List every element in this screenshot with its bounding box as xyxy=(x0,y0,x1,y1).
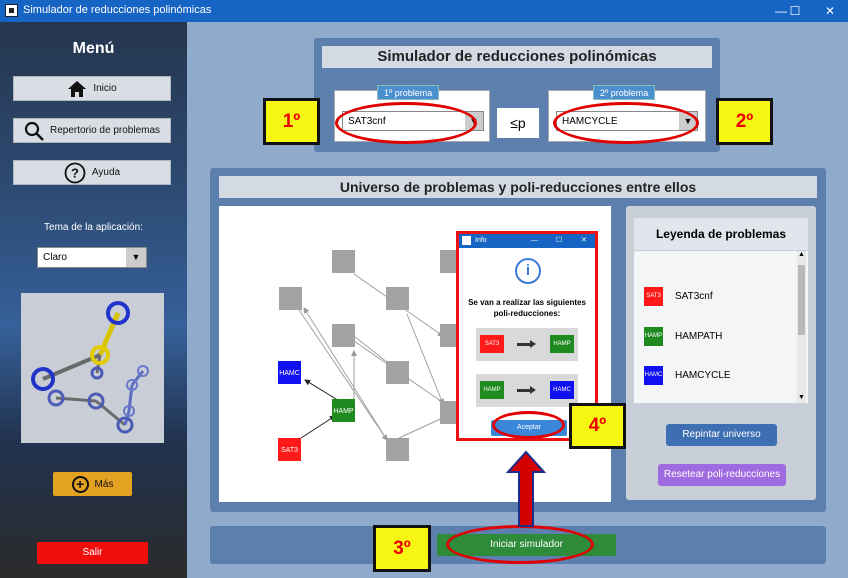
legend-item: HAMC HAMCYCLE xyxy=(644,366,731,385)
repaint-universe-button[interactable]: Repintar universo xyxy=(666,424,777,446)
legend-list[interactable]: SAT3 SAT3cnf HAMP HAMPATH HAMC HAMCYCLE … xyxy=(634,251,808,403)
maximize-button[interactable]: ☐ xyxy=(780,2,810,20)
home-icon xyxy=(68,80,87,97)
dialog-maximize-button[interactable]: ☐ xyxy=(556,234,562,248)
problems-repertoire-label: Repertorio de problemas xyxy=(49,125,161,136)
dialog-title: Info xyxy=(475,237,487,244)
annotation-ring-problem2 xyxy=(553,102,699,144)
more-button-label: Más xyxy=(94,478,114,490)
universe-title: Universo de problemas y poli-reducciones… xyxy=(219,176,817,198)
app-logo xyxy=(21,293,164,443)
legend-swatch: SAT3 xyxy=(644,287,663,306)
problems-repertoire-button[interactable]: Repertorio de problemas xyxy=(13,118,171,143)
dialog-minimize-button[interactable]: — xyxy=(531,234,538,248)
theme-select-value: Claro xyxy=(43,252,67,263)
info-icon: i xyxy=(515,258,541,284)
help-button-label: Ayuda xyxy=(91,167,121,178)
graph-node-hamc-label: HAMC xyxy=(279,370,300,377)
problems-legend: Leyenda de problemas SAT3 SAT3cnf HAMP H… xyxy=(626,206,816,500)
annotation-ring-start xyxy=(446,525,594,564)
help-icon: ? xyxy=(64,162,86,183)
graph-node[interactable] xyxy=(332,324,355,347)
annotation-ring-problem1 xyxy=(335,102,477,144)
reduction-from-box: SAT3 xyxy=(480,335,504,353)
search-icon xyxy=(24,121,44,141)
step-badge-4: 4º xyxy=(569,403,626,449)
theme-label: Tema de la aplicación: xyxy=(44,222,143,233)
dialog-titlebar: Info — ☐ ✕ xyxy=(459,234,595,248)
theme-select[interactable]: Claro ▼ xyxy=(37,247,147,268)
reduction-symbol: ≤p xyxy=(497,108,539,138)
home-button[interactable]: Inicio xyxy=(13,76,171,101)
legend-swatch: HAMC xyxy=(644,366,663,385)
step-badge-2: 2º xyxy=(716,98,773,145)
plus-icon: + xyxy=(71,475,89,493)
reduction-to-box: HAMP xyxy=(550,335,574,353)
home-button-label: Inicio xyxy=(93,83,117,94)
simulator-title: Simulador de reducciones polinómicas xyxy=(322,46,712,68)
reset-reductions-button[interactable]: Resetear poli-reducciones xyxy=(658,464,786,486)
problem1-tag: 1º problema xyxy=(377,85,440,100)
sidebar: Menú Inicio Repertorio de problemas ? Ay… xyxy=(0,22,187,578)
help-button[interactable]: ? Ayuda xyxy=(13,160,171,185)
legend-scrollbar[interactable]: ▲ ▼ xyxy=(797,251,806,403)
close-button[interactable]: ✕ xyxy=(815,2,845,20)
graph-node-hamp-label: HAMP xyxy=(333,408,354,415)
reduction-row: HAMP HAMC xyxy=(476,374,578,407)
graph-node[interactable] xyxy=(386,361,409,384)
menu-title: Menú xyxy=(72,40,115,57)
scroll-up-icon[interactable]: ▲ xyxy=(798,251,805,258)
scrollbar-thumb[interactable] xyxy=(798,265,805,335)
more-button[interactable]: + Más xyxy=(53,472,132,496)
reduction-from-box: HAMP xyxy=(480,381,504,399)
reduction-row: SAT3 HAMP xyxy=(476,328,578,361)
step-badge-3: 3º xyxy=(373,525,431,572)
legend-item-label: SAT3cnf xyxy=(675,291,713,302)
legend-item-label: HAMCYCLE xyxy=(675,370,731,381)
step-badge-1: 1º xyxy=(263,98,320,145)
dialog-close-button[interactable]: ✕ xyxy=(581,234,587,248)
legend-swatch: HAMP xyxy=(644,327,663,346)
scroll-down-icon[interactable]: ▼ xyxy=(797,394,806,401)
chevron-down-icon[interactable]: ▼ xyxy=(126,248,146,267)
app-icon xyxy=(5,4,18,17)
dialog-message: Se van a realizar las siguientes poli-re… xyxy=(468,298,586,318)
exit-button[interactable]: Salir xyxy=(37,542,148,564)
window-title: Simulador de reducciones polinómicas xyxy=(23,4,212,16)
arrow-right-icon xyxy=(517,386,536,394)
graph-node[interactable] xyxy=(332,250,355,273)
graph-node-sat3-label: SAT3 xyxy=(281,447,298,454)
annotation-ring-accept xyxy=(492,411,565,439)
window-titlebar: Simulador de reducciones polinómicas — ☐… xyxy=(0,0,848,22)
problem2-tag: 2º problema xyxy=(593,85,656,100)
graph-node[interactable] xyxy=(386,287,409,310)
legend-item: SAT3 SAT3cnf xyxy=(644,287,713,306)
reduction-to-box: HAMC xyxy=(550,381,574,399)
legend-item-label: HAMPATH xyxy=(675,331,723,342)
arrow-right-icon xyxy=(517,340,536,348)
dialog-app-icon xyxy=(462,236,471,245)
svg-text:?: ? xyxy=(71,165,79,180)
legend-item: HAMP HAMPATH xyxy=(644,327,722,346)
annotation-arrow-up xyxy=(506,450,546,527)
legend-title: Leyenda de problemas xyxy=(634,218,808,250)
graph-node[interactable] xyxy=(386,438,409,461)
graph-node[interactable] xyxy=(279,287,302,310)
graph-logo-image xyxy=(31,301,149,434)
